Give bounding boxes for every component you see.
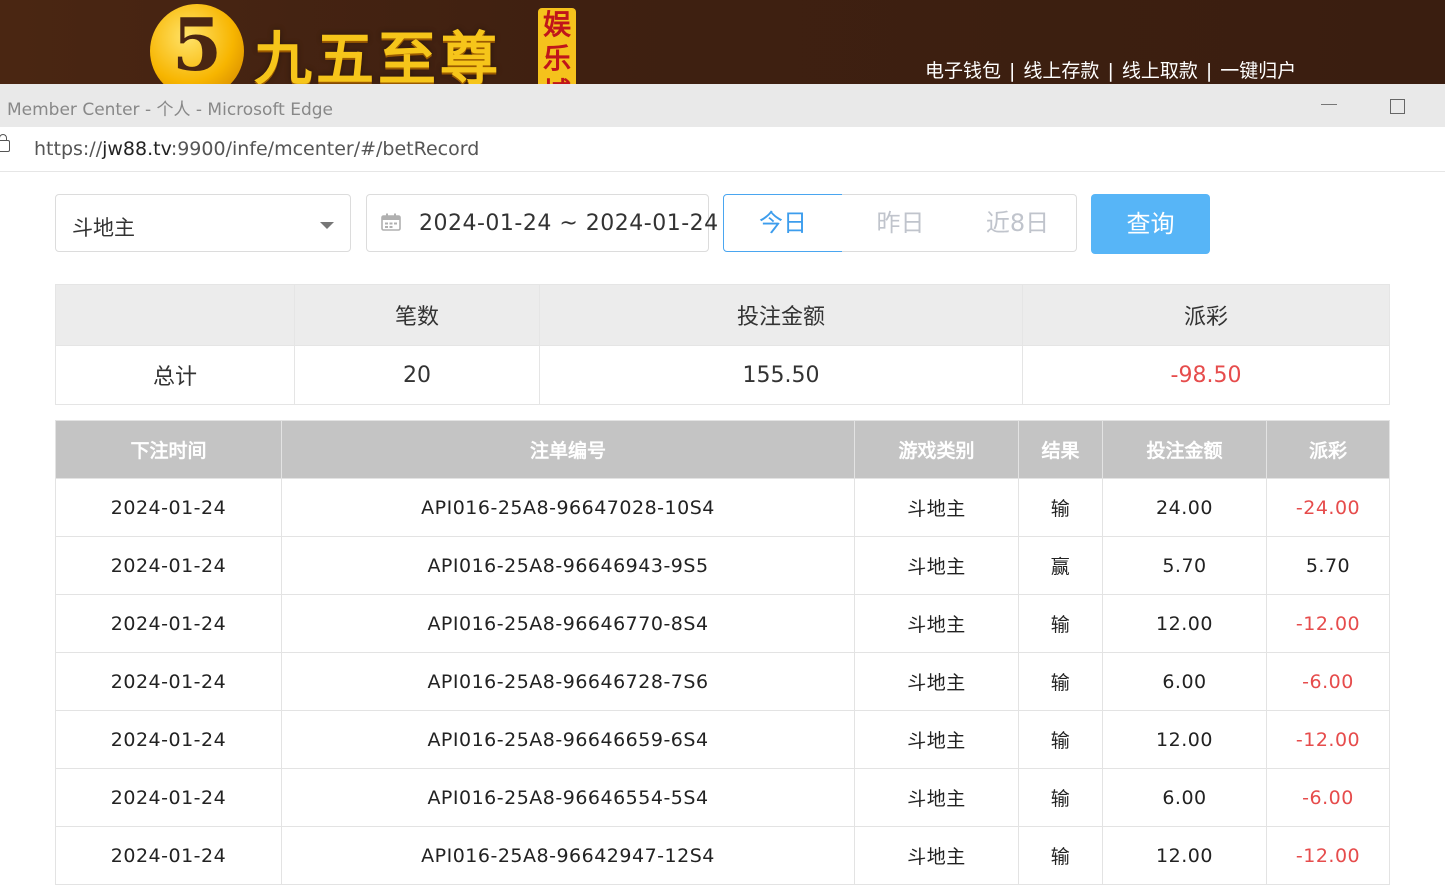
cell-bet-time: 2024-01-24 bbox=[55, 478, 282, 537]
summary-label-total: 总计 bbox=[55, 345, 295, 405]
query-button[interactable]: 查询 bbox=[1091, 194, 1210, 254]
cell-result: 输 bbox=[1018, 768, 1103, 827]
cell-stake: 12.00 bbox=[1102, 594, 1267, 653]
summary-table: 笔数 投注金额 派彩 总计 20 155.50 -98.50 bbox=[55, 284, 1390, 405]
logo-icon: 5 bbox=[150, 2, 244, 84]
table-row: 2024-01-24 API016-25A8-96646943-9S5 斗地主赢 5.… bbox=[55, 536, 1390, 595]
cell-bet-id: API016-25A8-96646554-5S4 bbox=[281, 768, 855, 827]
cell-stake: 6.00 bbox=[1102, 768, 1267, 827]
summary-header-stake: 投注金额 bbox=[539, 284, 1023, 346]
window-title: Member Center - 个人 - Microsoft Edge bbox=[7, 100, 333, 120]
col-bet-id: 注单编号 bbox=[281, 420, 855, 479]
table-row: 2024-01-24 API016-25A8-96646554-5S4 斗地主输 6.… bbox=[55, 768, 1390, 827]
cell-result: 输 bbox=[1018, 478, 1103, 537]
cell-result: 输 bbox=[1018, 652, 1103, 711]
range-8days-button[interactable]: 近8日 bbox=[959, 194, 1077, 252]
calendar-icon bbox=[381, 213, 401, 231]
cell-bet-id: API016-25A8-96646770-8S4 bbox=[281, 594, 855, 653]
cell-bet-time: 2024-01-24 bbox=[55, 652, 282, 711]
url-text[interactable]: https://jw88.tv:9900/infe/mcenter/#/betR… bbox=[34, 138, 479, 160]
cell-game-type: 斗地主 bbox=[854, 594, 1019, 653]
cell-game-type: 斗地主 bbox=[854, 826, 1019, 885]
summary-header-blank bbox=[55, 284, 295, 346]
cell-bet-id: API016-25A8-96646659-6S4 bbox=[281, 710, 855, 769]
table-row: 2024-01-24 API016-25A8-96642947-12S4 斗地主输 1… bbox=[55, 826, 1390, 885]
range-today-button[interactable]: 今日 bbox=[723, 194, 843, 252]
cell-payout: -12.00 bbox=[1266, 710, 1390, 769]
cell-game-type: 斗地主 bbox=[854, 710, 1019, 769]
summary-stake: 155.50 bbox=[539, 345, 1023, 405]
nav-separator: | bbox=[1107, 60, 1114, 82]
cell-payout: -6.00 bbox=[1266, 768, 1390, 827]
cell-result: 输 bbox=[1018, 594, 1103, 653]
link-online-deposit[interactable]: 线上存款 bbox=[1023, 60, 1099, 82]
link-online-withdraw[interactable]: 线上取款 bbox=[1122, 60, 1198, 82]
cell-payout: -12.00 bbox=[1266, 826, 1390, 885]
table-row: 2024-01-24 API016-25A8-96646728-7S6 斗地主输 6.… bbox=[55, 652, 1390, 711]
col-payout: 派彩 bbox=[1266, 420, 1390, 479]
table-row: 2024-01-24 API016-25A8-96646659-6S4 斗地主输 12… bbox=[55, 710, 1390, 769]
cell-payout: -24.00 bbox=[1266, 478, 1390, 537]
minimize-icon[interactable] bbox=[1321, 104, 1337, 105]
site-header: 5 九五至尊 娱乐城 电子钱包 | 线上存款 | 线上取款 | 一键归户 bbox=[0, 0, 1445, 84]
cell-game-type: 斗地主 bbox=[854, 652, 1019, 711]
summary-header-payout: 派彩 bbox=[1022, 284, 1390, 346]
table-row: 2024-01-24 API016-25A8-96647028-10S4 斗地主输 2… bbox=[55, 478, 1390, 537]
nav-separator: | bbox=[1205, 60, 1213, 82]
cell-bet-time: 2024-01-24 bbox=[55, 536, 282, 595]
brand-badge: 娱乐城 bbox=[538, 8, 576, 84]
cell-stake: 24.00 bbox=[1102, 478, 1267, 537]
date-range-picker[interactable]: 2024-01-24 ~ 2024-01-24 bbox=[366, 194, 718, 252]
col-stake: 投注金额 bbox=[1102, 420, 1267, 479]
records-body: 2024-01-24 API016-25A8-96647028-10S4 斗地主输 2… bbox=[55, 478, 1390, 885]
browser-titlebar: Member Center - 个人 - Microsoft Edge bbox=[0, 84, 1445, 127]
game-select-value: 斗地主 bbox=[72, 216, 135, 240]
date-range-value: 2024-01-24 ~ 2024-01-24 bbox=[419, 211, 719, 236]
cell-game-type: 斗地主 bbox=[854, 536, 1019, 595]
cell-payout: -6.00 bbox=[1266, 652, 1390, 711]
link-e-wallet[interactable]: 电子钱包 bbox=[925, 60, 1001, 82]
col-game-type: 游戏类别 bbox=[854, 420, 1019, 479]
cell-result: 输 bbox=[1018, 710, 1103, 769]
cell-payout: 5.70 bbox=[1266, 536, 1390, 595]
maximize-icon[interactable] bbox=[1390, 99, 1405, 114]
cell-stake: 12.00 bbox=[1102, 826, 1267, 885]
cell-bet-time: 2024-01-24 bbox=[55, 594, 282, 653]
cell-bet-id: API016-25A8-96646728-7S6 bbox=[281, 652, 855, 711]
range-yesterday-button[interactable]: 昨日 bbox=[842, 194, 960, 252]
col-bet-time: 下注时间 bbox=[55, 420, 282, 479]
bet-records-table: 下注时间 注单编号 游戏类别 结果 投注金额 派彩 2024-01-24 API0… bbox=[55, 420, 1390, 885]
cell-result: 赢 bbox=[1018, 536, 1103, 595]
game-select[interactable]: 斗地主 bbox=[55, 194, 351, 252]
cell-result: 输 bbox=[1018, 826, 1103, 885]
cell-bet-time: 2024-01-24 bbox=[55, 710, 282, 769]
cell-bet-time: 2024-01-24 bbox=[55, 826, 282, 885]
cell-stake: 12.00 bbox=[1102, 710, 1267, 769]
cell-bet-id: API016-25A8-96646943-9S5 bbox=[281, 536, 855, 595]
cell-stake: 5.70 bbox=[1102, 536, 1267, 595]
nav-separator: | bbox=[1009, 60, 1016, 82]
cell-bet-time: 2024-01-24 bbox=[55, 768, 282, 827]
cell-stake: 6.00 bbox=[1102, 652, 1267, 711]
cell-payout: -12.00 bbox=[1266, 594, 1390, 653]
col-result: 结果 bbox=[1018, 420, 1103, 479]
table-row: 2024-01-24 API016-25A8-96646770-8S4 斗地主输 12… bbox=[55, 594, 1390, 653]
cell-game-type: 斗地主 bbox=[854, 478, 1019, 537]
summary-count: 20 bbox=[294, 345, 540, 405]
cell-bet-id: API016-25A8-96642947-12S4 bbox=[281, 826, 855, 885]
lock-icon bbox=[0, 134, 10, 152]
cell-game-type: 斗地主 bbox=[854, 768, 1019, 827]
cell-bet-id: API016-25A8-96647028-10S4 bbox=[281, 478, 855, 537]
summary-header-count: 笔数 bbox=[294, 284, 540, 346]
chevron-down-icon bbox=[320, 222, 334, 229]
summary-payout: -98.50 bbox=[1022, 345, 1390, 405]
site-title: 九五至尊 bbox=[254, 25, 503, 84]
link-one-click-transfer[interactable]: 一键归户 bbox=[1220, 60, 1296, 82]
address-bar[interactable]: https://jw88.tv:9900/infe/mcenter/#/betR… bbox=[0, 127, 1445, 172]
top-nav: 电子钱包 | 线上存款 | 线上取款 | 一键归户 bbox=[925, 56, 1296, 83]
